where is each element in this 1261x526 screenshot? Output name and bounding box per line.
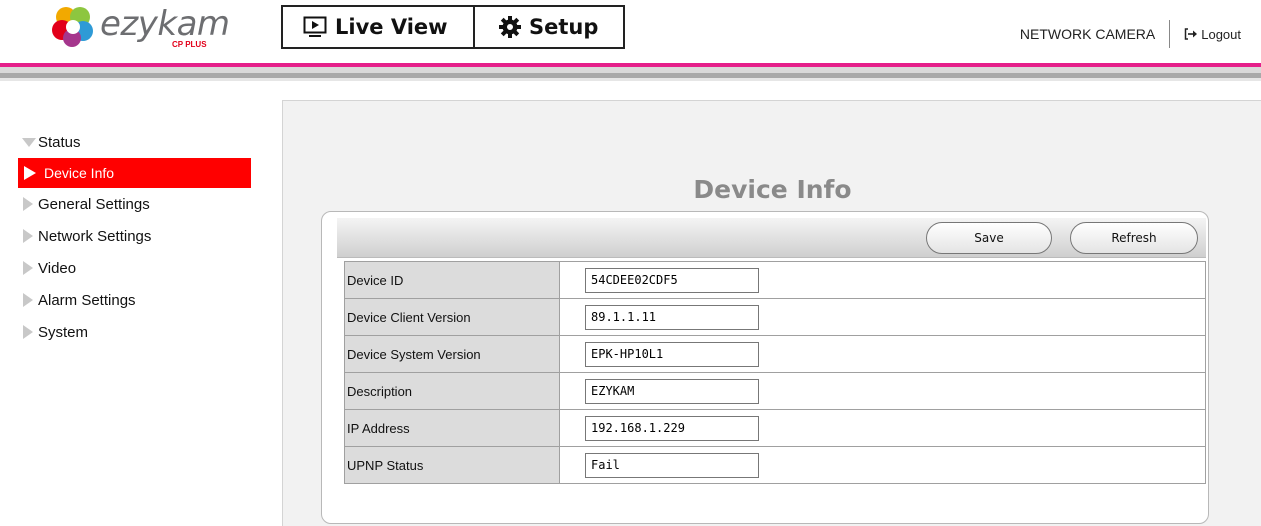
table-row: Device ID bbox=[344, 261, 1206, 299]
top-nav: Live View Setup bbox=[281, 5, 625, 49]
ip-address-field[interactable] bbox=[585, 415, 759, 441]
logout-link[interactable]: Logout bbox=[1184, 27, 1241, 42]
table-row: Device Client Version bbox=[344, 298, 1206, 336]
main-content: Device Info Save Refresh Device ID Devic… bbox=[282, 100, 1261, 526]
sidebar-item-system[interactable]: System bbox=[22, 316, 258, 348]
save-button[interactable]: Save bbox=[926, 222, 1052, 254]
header-right: NETWORK CAMERA Logout bbox=[1020, 20, 1241, 48]
logout-icon bbox=[1184, 28, 1198, 40]
field-label: UPNP Status bbox=[344, 446, 560, 484]
tab-setup[interactable]: Setup bbox=[473, 7, 623, 47]
play-screen-icon bbox=[303, 16, 327, 37]
tab-setup-label: Setup bbox=[529, 15, 599, 39]
client-version-field[interactable] bbox=[585, 304, 759, 330]
caret-right-icon bbox=[22, 261, 36, 275]
field-label: Description bbox=[344, 372, 560, 410]
sidebar-item-label: General Settings bbox=[38, 195, 150, 213]
system-version-field[interactable] bbox=[585, 341, 759, 367]
device-id-field[interactable] bbox=[585, 267, 759, 293]
header-divider bbox=[1169, 20, 1171, 48]
device-info-panel: Save Refresh Device ID Device Client Ver… bbox=[321, 211, 1209, 524]
brand-sub: CP PLUS bbox=[172, 40, 207, 49]
field-label: IP Address bbox=[344, 409, 560, 447]
caret-right-icon bbox=[22, 229, 36, 243]
gear-icon bbox=[499, 16, 521, 38]
sidebar-item-label: Alarm Settings bbox=[38, 291, 136, 309]
caret-right-icon bbox=[22, 166, 36, 180]
sidebar: Status Device Info General Settings Netw… bbox=[18, 126, 258, 348]
sidebar-item-video[interactable]: Video bbox=[22, 252, 258, 284]
refresh-button[interactable]: Refresh bbox=[1070, 222, 1198, 254]
brand-wordmark: ezykam bbox=[100, 4, 230, 44]
field-label: Device Client Version bbox=[344, 298, 560, 336]
sidebar-item-general-settings[interactable]: General Settings bbox=[22, 188, 258, 220]
logout-label: Logout bbox=[1201, 26, 1241, 42]
field-label: Device System Version bbox=[344, 335, 560, 373]
caret-right-icon bbox=[22, 325, 36, 339]
sidebar-item-label: System bbox=[38, 323, 89, 341]
product-name: NETWORK CAMERA bbox=[1019, 26, 1156, 42]
table-row: UPNP Status bbox=[344, 446, 1206, 484]
caret-down-icon bbox=[22, 135, 36, 149]
sidebar-item-label: Device Info bbox=[44, 165, 115, 181]
header: ezykam CP PLUS Live View Setup NETWORK C… bbox=[0, 0, 1261, 54]
page-title: Device Info bbox=[693, 175, 852, 204]
table-row: Description bbox=[344, 372, 1206, 410]
caret-right-icon bbox=[22, 293, 36, 307]
description-field[interactable] bbox=[585, 378, 759, 404]
caret-right-icon bbox=[22, 197, 36, 211]
sidebar-item-network-settings[interactable]: Network Settings bbox=[22, 220, 258, 252]
sidebar-section-label: Status bbox=[38, 133, 81, 151]
sidebar-section-status[interactable]: Status bbox=[22, 126, 258, 158]
tab-live-view-label: Live View bbox=[335, 15, 448, 39]
sidebar-item-label: Network Settings bbox=[38, 227, 152, 245]
tab-live-view[interactable]: Live View bbox=[283, 7, 473, 47]
sidebar-item-device-info[interactable]: Device Info bbox=[18, 158, 251, 188]
panel-toolbar: Save Refresh bbox=[337, 218, 1206, 258]
field-label: Device ID bbox=[344, 261, 560, 299]
flower-logo-icon bbox=[52, 7, 93, 47]
sidebar-item-label: Video bbox=[38, 259, 77, 277]
device-info-table: Device ID Device Client Version Device S… bbox=[344, 261, 1206, 484]
header-divider-bar bbox=[0, 78, 1261, 81]
table-row: Device System Version bbox=[344, 335, 1206, 373]
table-row: IP Address bbox=[344, 409, 1206, 447]
upnp-status-field[interactable] bbox=[585, 452, 759, 478]
ezykam-logo[interactable]: ezykam CP PLUS bbox=[52, 4, 230, 54]
sidebar-item-alarm-settings[interactable]: Alarm Settings bbox=[22, 284, 258, 316]
